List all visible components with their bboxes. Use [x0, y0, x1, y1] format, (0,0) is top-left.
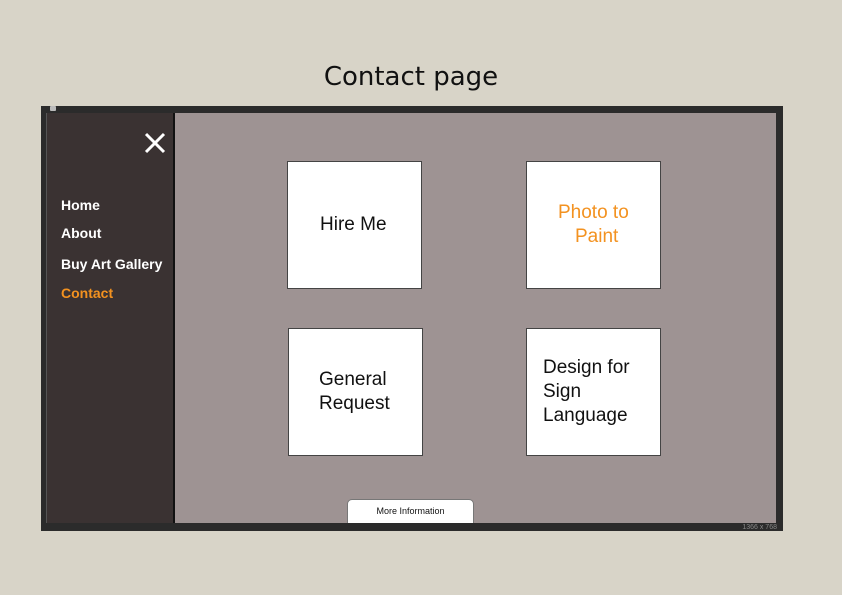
photo-to-paint-label-line2: Paint	[575, 226, 619, 247]
sign-language-label-line3: Language	[543, 405, 628, 426]
sign-language-tile[interactable]: Design for Sign Language	[526, 328, 661, 456]
hire-me-label: Hire Me	[320, 214, 387, 235]
sign-language-label-line2: Sign	[543, 381, 582, 402]
photo-to-paint-label-line1: Photo to	[558, 202, 629, 223]
hire-me-tile[interactable]: Hire Me	[287, 161, 422, 289]
general-request-label-line1: General	[319, 369, 387, 390]
general-request-tile[interactable]: General Request	[288, 328, 423, 456]
app-screen: Home About Buy Art Gallery Contact Hire …	[46, 113, 776, 523]
device-frame: Home About Buy Art Gallery Contact Hire …	[41, 106, 783, 531]
close-icon[interactable]	[143, 131, 167, 155]
sidebar-item-contact[interactable]: Contact	[61, 285, 113, 301]
sidebar-menu: Home About Buy Art Gallery Contact	[46, 113, 175, 523]
sidebar-item-home[interactable]: Home	[61, 197, 100, 213]
photo-to-paint-tile[interactable]: Photo to Paint	[526, 161, 661, 289]
sidebar-item-about[interactable]: About	[61, 225, 101, 241]
more-information-tab[interactable]: More Information	[347, 499, 474, 523]
lock-icon	[50, 106, 56, 111]
sign-language-label-line1: Design for	[543, 357, 630, 378]
page-title: Contact page	[323, 62, 499, 92]
resolution-label: 1366 x 768	[742, 524, 777, 531]
general-request-label-line2: Request	[319, 393, 390, 414]
sidebar-item-buy-art-gallery[interactable]: Buy Art Gallery	[61, 256, 162, 272]
